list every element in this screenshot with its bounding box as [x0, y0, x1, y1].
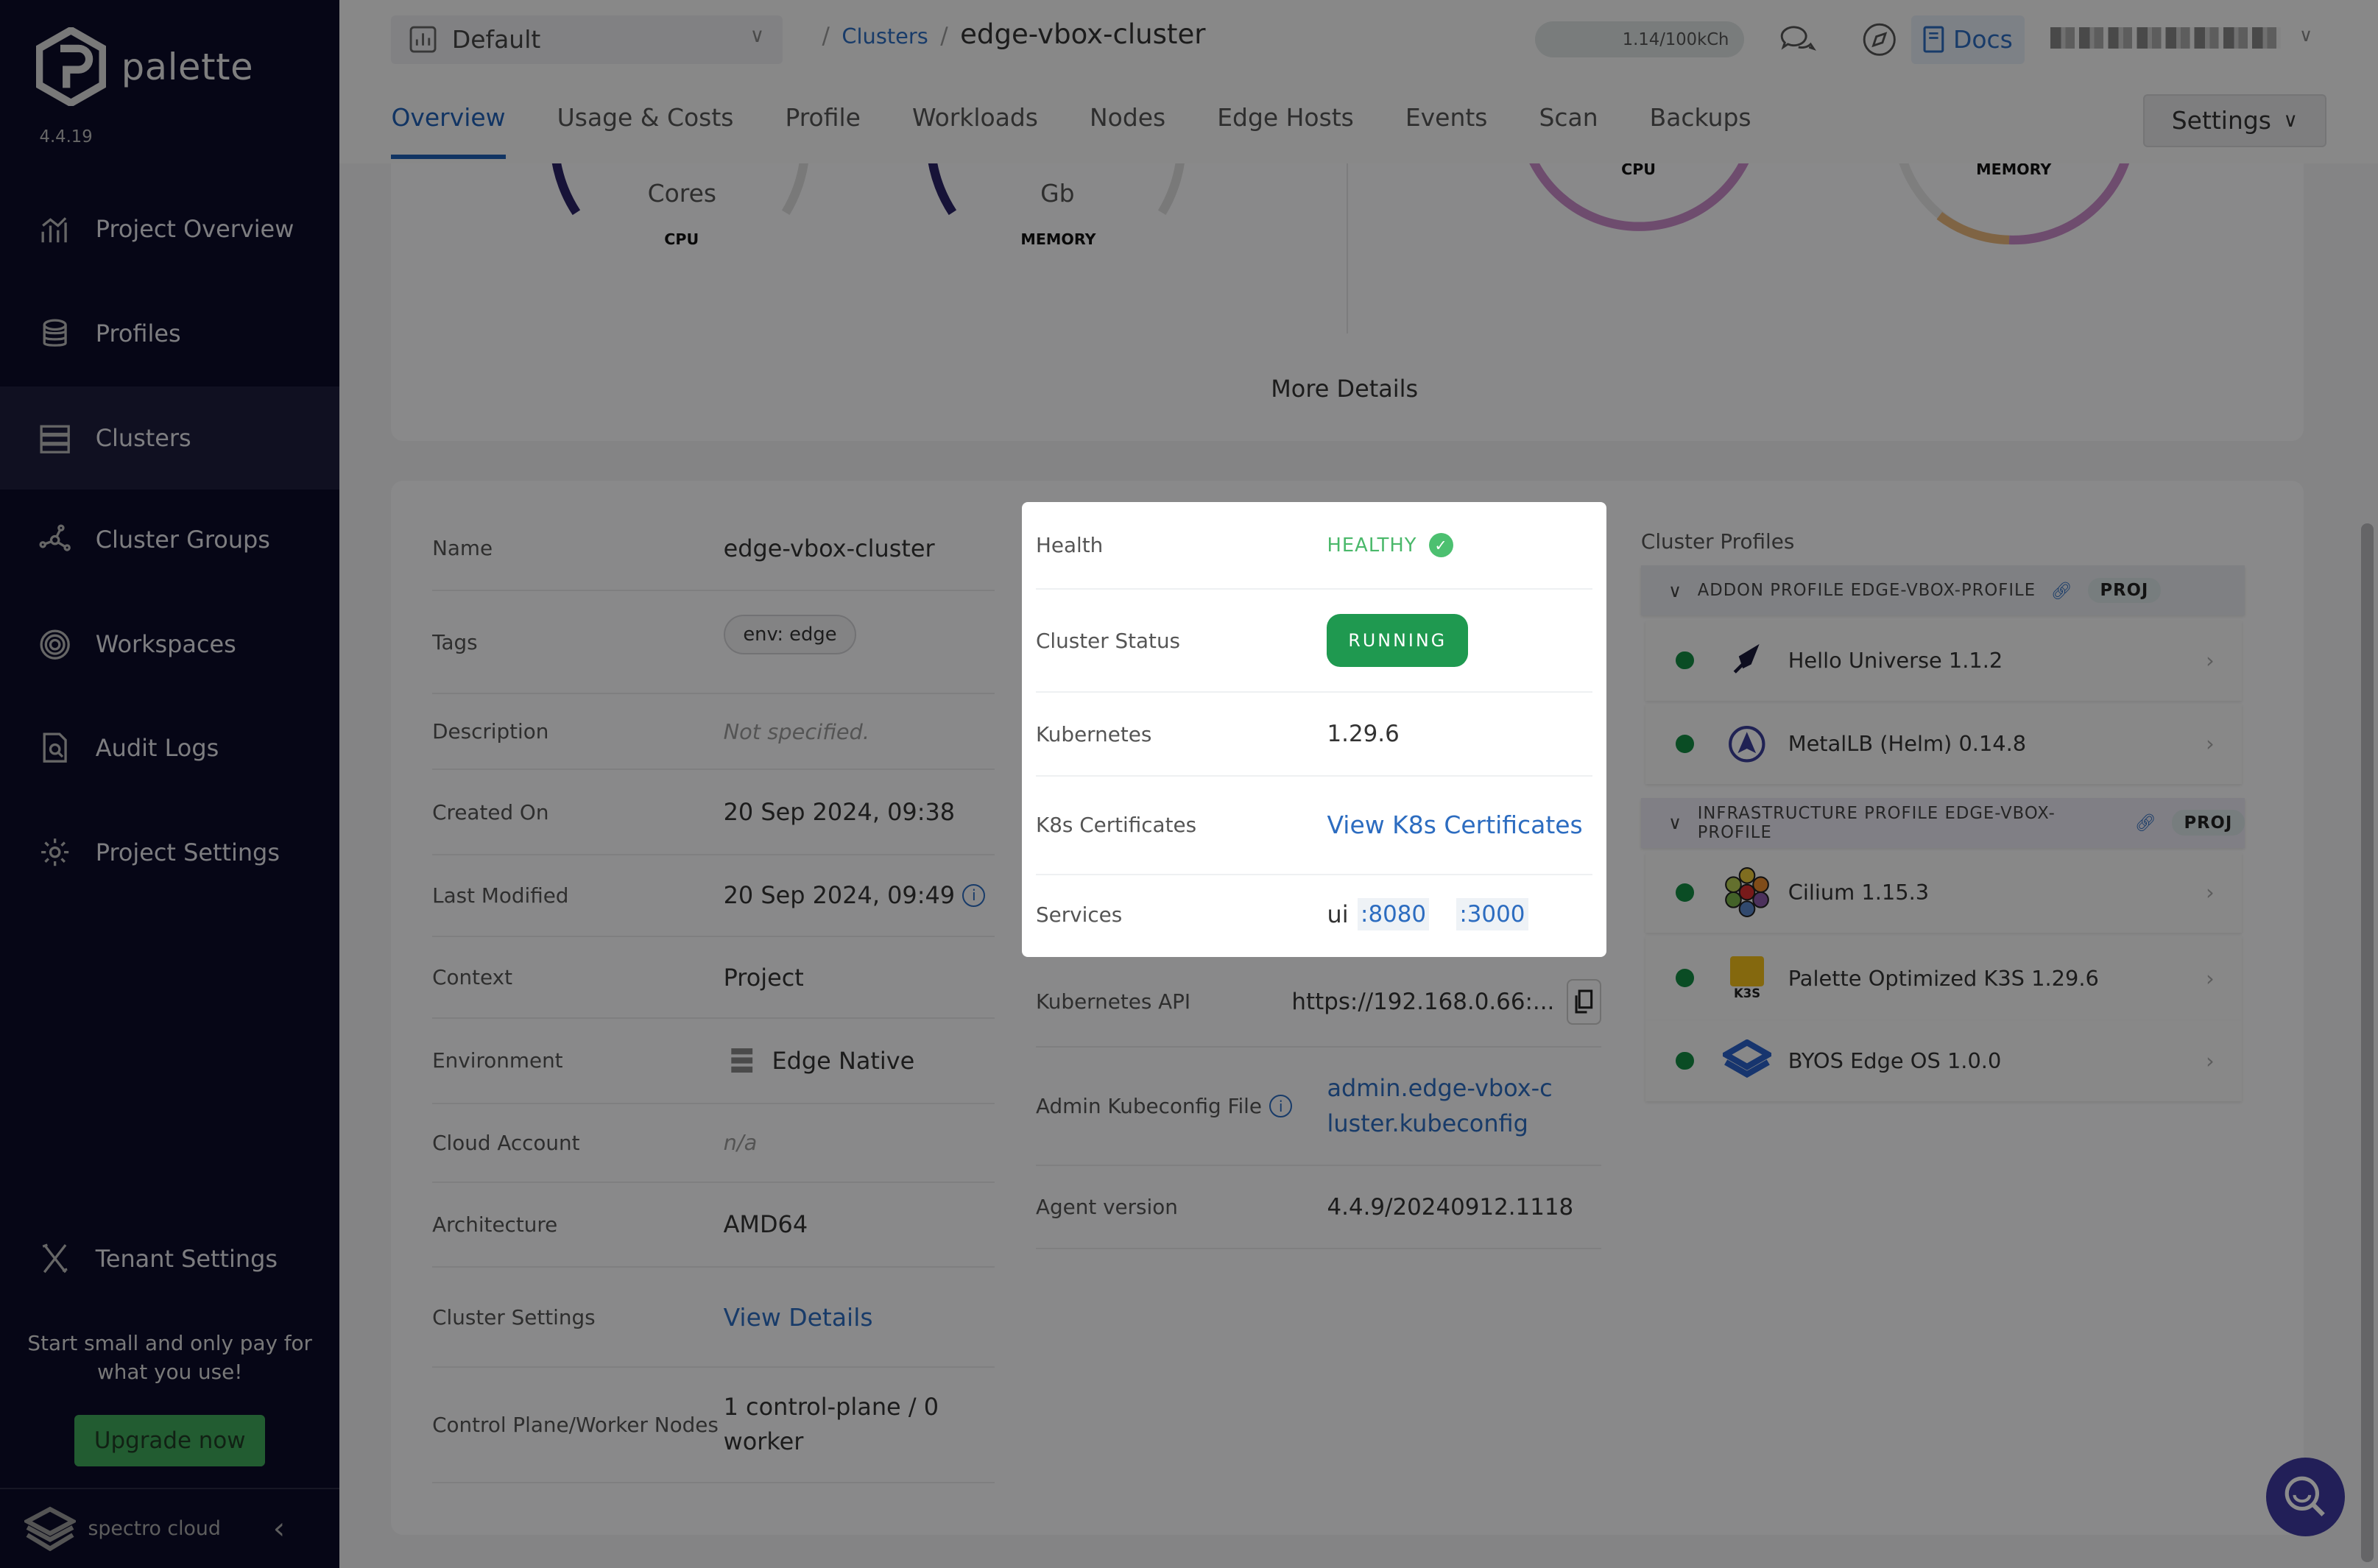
- cluster-status-highlight: Health HEALTHY ✓ Cluster Status RUNNING Kub…: [1022, 501, 1606, 957]
- service-name: ui: [1327, 900, 1349, 929]
- kubernetes-version: 1.29.6: [1327, 721, 1400, 748]
- health-status: HEALTHY: [1327, 534, 1417, 557]
- label: Health: [1035, 533, 1104, 558]
- label: Services: [1035, 902, 1123, 927]
- running-status-badge: RUNNING: [1327, 614, 1469, 668]
- label: K8s Certificates: [1035, 813, 1197, 838]
- app-root: palette 4.4.19 Project Overview Profiles…: [0, 0, 2378, 1568]
- status-row-services: Services ui :8080 :3000: [1036, 875, 1592, 954]
- label: Kubernetes: [1035, 721, 1152, 746]
- label: Cluster Status: [1035, 628, 1181, 653]
- status-row-certificates: K8s Certificates View K8s Certificates: [1035, 777, 1592, 875]
- check-circle-icon: ✓: [1429, 533, 1453, 558]
- status-row-cluster-status: Cluster Status RUNNING: [1035, 590, 1592, 693]
- status-row-kubernetes: Kubernetes 1.29.6: [1035, 693, 1592, 777]
- view-certificates-link[interactable]: View K8s Certificates: [1327, 811, 1582, 839]
- service-port-link[interactable]: :3000: [1456, 898, 1528, 931]
- status-row-health: Health HEALTHY ✓: [1035, 502, 1592, 590]
- service-port-link[interactable]: :8080: [1357, 898, 1430, 931]
